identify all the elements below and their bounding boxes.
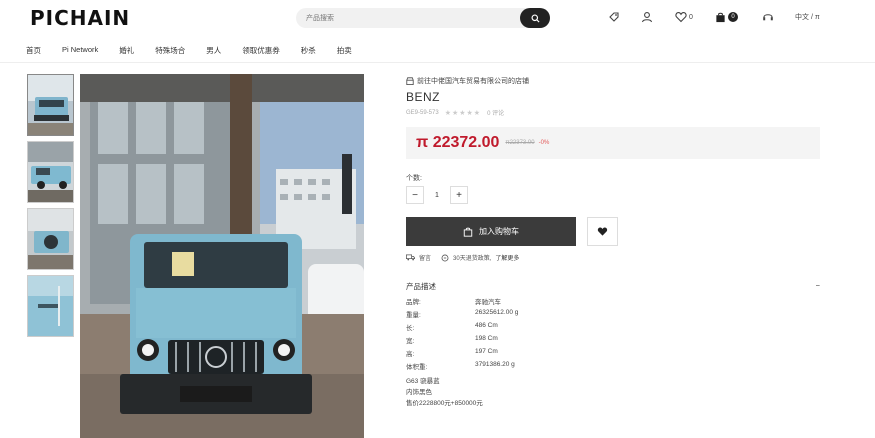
site-header: PICHAIN 0 0 中文 / π bbox=[0, 0, 875, 36]
wishlist-count: 0 bbox=[689, 13, 693, 21]
support-button[interactable] bbox=[762, 10, 774, 24]
spec-value: 26325612.00 g bbox=[475, 309, 519, 316]
thumbnail-list bbox=[27, 74, 75, 342]
car-detail-thumbnail-image bbox=[28, 276, 73, 336]
thumbnail-3[interactable] bbox=[27, 208, 74, 270]
spec-row: 长: 486 Cm bbox=[406, 322, 498, 332]
site-logo[interactable]: PICHAIN bbox=[30, 6, 130, 30]
review-count[interactable]: 0 评论 bbox=[487, 108, 504, 117]
spec-value: 198 Cm bbox=[475, 335, 498, 342]
product-meta: GE9-59-573 ★★★★★ 0 评论 bbox=[406, 108, 504, 118]
cart-icon bbox=[463, 227, 473, 237]
spec-value: 486 Cm bbox=[475, 322, 498, 329]
language-switch[interactable]: 中文 / π bbox=[795, 10, 820, 24]
main-nav: 首页 Pi Network 婚礼 特殊场合 男人 领取优惠券 秒杀 拍卖 bbox=[26, 45, 373, 56]
car-rear-thumbnail-image bbox=[28, 209, 73, 269]
car-main-image bbox=[80, 74, 364, 438]
service-message: 留言 bbox=[419, 256, 432, 262]
return-policy-text: 30天退货政策, bbox=[453, 256, 492, 262]
spec-value: 奔驰汽车 bbox=[475, 299, 501, 306]
add-to-cart-button[interactable]: 加入购物车 bbox=[406, 217, 576, 246]
description-heading: 产品描述 bbox=[406, 282, 436, 291]
product-title: BENZ bbox=[406, 90, 441, 104]
coupon-button[interactable] bbox=[608, 10, 620, 24]
product-sku: GE9-59-573 bbox=[406, 109, 439, 116]
spec-key: 体积重: bbox=[406, 364, 428, 371]
heart-filled-icon bbox=[597, 227, 608, 236]
language-label: 中文 / π bbox=[795, 14, 820, 21]
rating-stars: ★★★★★ bbox=[444, 109, 482, 117]
description-line: G63 骁暴蓝 bbox=[406, 378, 440, 385]
add-to-wishlist-button[interactable] bbox=[587, 217, 618, 246]
thumbnail-1[interactable] bbox=[27, 74, 74, 136]
original-price: π22373.00 bbox=[505, 140, 535, 146]
truck-icon bbox=[406, 254, 415, 261]
current-price: π 22372.00 bbox=[416, 134, 500, 151]
spec-row: 品牌: 奔驰汽车 bbox=[406, 296, 501, 306]
headset-icon bbox=[763, 14, 773, 21]
spec-key: 重量: bbox=[406, 312, 421, 319]
account-button[interactable] bbox=[641, 10, 653, 24]
collapse-icon: − bbox=[815, 281, 820, 290]
cart-button[interactable]: 0 bbox=[715, 10, 738, 24]
spec-value: 3791386.20 g bbox=[475, 361, 515, 368]
thumbnail-2[interactable] bbox=[27, 141, 74, 203]
quantity-stepper: − 1 + bbox=[406, 186, 468, 204]
nav-item-home[interactable]: 首页 bbox=[26, 45, 41, 56]
spec-row: 高: 197 Cm bbox=[406, 348, 498, 358]
spec-row: 重量: 26325612.00 g bbox=[406, 309, 518, 319]
heart-icon bbox=[675, 12, 687, 23]
user-icon bbox=[641, 12, 653, 23]
description-line: 内饰黑色 bbox=[406, 389, 432, 396]
cart-count-badge: 0 bbox=[728, 12, 738, 22]
tag-icon bbox=[609, 12, 619, 22]
nav-item-coupons[interactable]: 领取优惠券 bbox=[242, 45, 280, 56]
spec-row: 宽: 198 Cm bbox=[406, 335, 498, 345]
spec-key: 高: bbox=[406, 351, 415, 358]
nav-item-wedding[interactable]: 婚礼 bbox=[119, 45, 134, 56]
price-box: π 22372.00 π22373.00 -0% bbox=[406, 127, 820, 159]
spec-key: 宽: bbox=[406, 338, 415, 345]
thumbnail-4[interactable] bbox=[27, 275, 74, 337]
shop-link[interactable]: 前往中佬国汽车贸易有限公司的店铺 bbox=[406, 76, 529, 86]
wishlist-button[interactable]: 0 bbox=[675, 10, 693, 24]
spec-key: 品牌: bbox=[406, 299, 421, 306]
nav-divider bbox=[0, 62, 875, 63]
description-toggle[interactable]: 产品描述 − bbox=[406, 281, 820, 292]
description-line: 售价2228800元+850000元 bbox=[406, 400, 483, 407]
store-icon bbox=[406, 77, 414, 85]
search-bar bbox=[296, 8, 550, 28]
learn-more-link[interactable]: 了解更多 bbox=[495, 253, 519, 262]
nav-item-pi-network[interactable]: Pi Network bbox=[62, 45, 98, 56]
nav-item-auction[interactable]: 拍卖 bbox=[337, 45, 352, 56]
nav-item-men[interactable]: 男人 bbox=[206, 45, 221, 56]
service-info: 留言 30天退货政策, 了解更多 bbox=[406, 253, 519, 262]
quantity-increase-button[interactable]: + bbox=[450, 186, 468, 204]
car-side-thumbnail-image bbox=[28, 142, 73, 202]
search-icon bbox=[530, 13, 540, 23]
nav-item-flash-sale[interactable]: 秒杀 bbox=[301, 45, 316, 56]
nav-item-special-occasion[interactable]: 特殊场合 bbox=[155, 45, 185, 56]
search-button[interactable] bbox=[520, 8, 550, 28]
quantity-label: 个数: bbox=[406, 175, 422, 182]
bag-icon bbox=[716, 12, 725, 22]
quantity-value[interactable]: 1 bbox=[424, 192, 450, 199]
spec-key: 长: bbox=[406, 325, 415, 332]
car-front-thumbnail-image bbox=[28, 75, 73, 135]
spec-value: 197 Cm bbox=[475, 348, 498, 355]
spec-row: 体积重: 3791386.20 g bbox=[406, 361, 515, 371]
main-product-image[interactable] bbox=[80, 74, 364, 438]
quantity-decrease-button[interactable]: − bbox=[406, 186, 424, 204]
return-icon bbox=[441, 254, 449, 261]
search-input[interactable] bbox=[306, 11, 506, 25]
shop-name: 前往中佬国汽车贸易有限公司的店铺 bbox=[417, 78, 529, 85]
add-to-cart-label: 加入购物车 bbox=[479, 227, 519, 236]
discount-badge: -0% bbox=[538, 140, 550, 146]
